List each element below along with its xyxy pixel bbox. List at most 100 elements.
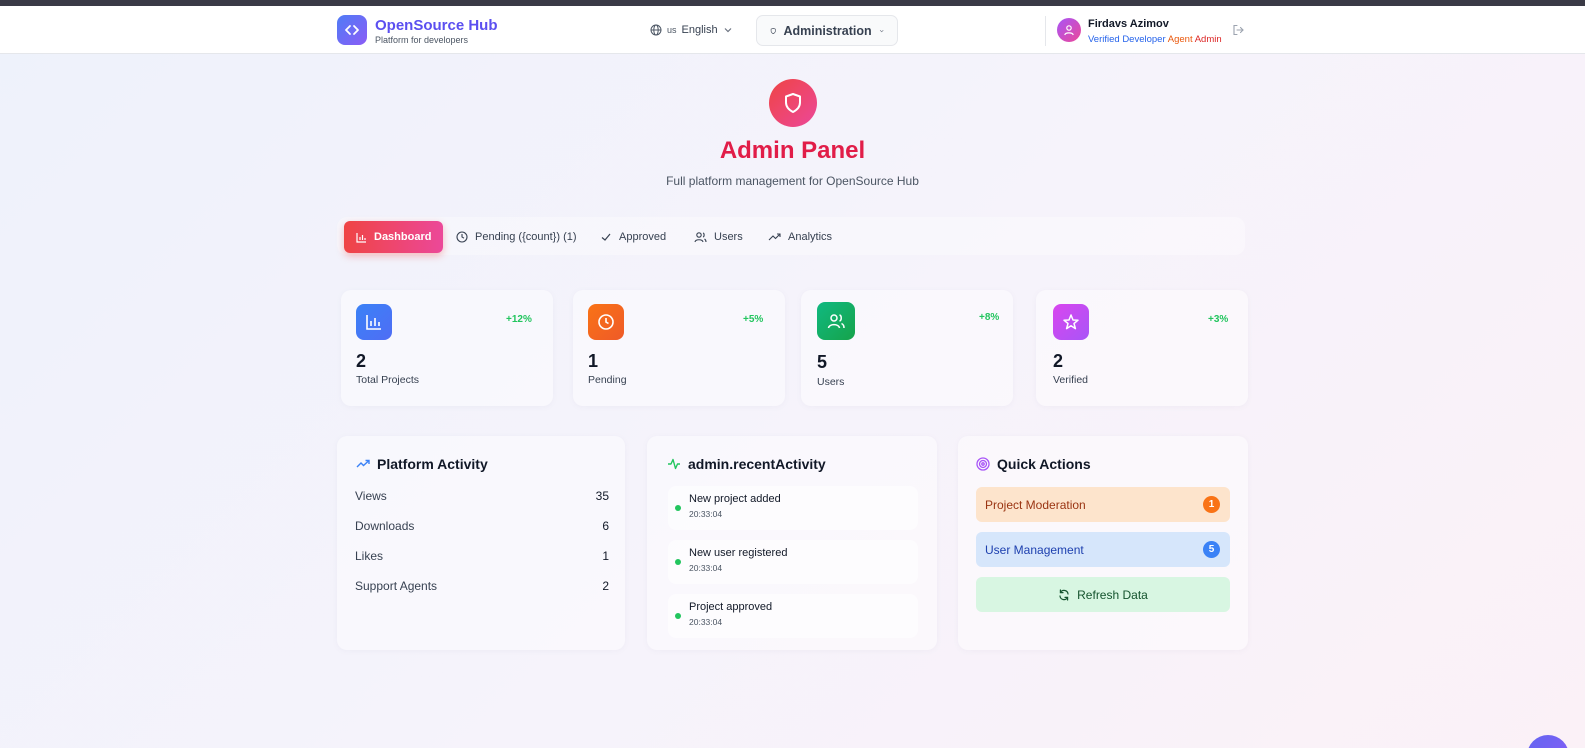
metric-value: 1 bbox=[602, 549, 609, 563]
stat-card-users: +8% 5 Users bbox=[801, 290, 1013, 406]
stat-change: +3% bbox=[1208, 314, 1229, 325]
refresh-data-button[interactable]: Refresh Data bbox=[976, 577, 1230, 612]
stat-icon-box bbox=[588, 304, 624, 340]
user-name: Firdavs Azimov bbox=[1088, 18, 1169, 30]
status-dot bbox=[675, 505, 681, 511]
stat-label: Pending bbox=[588, 374, 627, 386]
top-header: OpenSource Hub Platform for developers u… bbox=[0, 6, 1585, 54]
user-management-button[interactable]: User Management 5 bbox=[976, 532, 1230, 567]
platform-activity-title: Platform Activity bbox=[356, 456, 488, 472]
stat-label: Total Projects bbox=[356, 374, 420, 386]
language-selector[interactable]: us English bbox=[650, 21, 733, 39]
tab-approved-label: Approved bbox=[619, 231, 667, 243]
header-divider bbox=[1045, 16, 1046, 46]
user-roles: Verified Developer Agent Admin bbox=[1088, 34, 1222, 45]
metric-row-downloads: Downloads 6 bbox=[355, 519, 609, 533]
bar-chart-icon bbox=[356, 232, 366, 243]
code-brackets-icon bbox=[345, 25, 359, 35]
metric-label: Downloads bbox=[355, 519, 415, 533]
tab-users-label: Users bbox=[714, 231, 743, 243]
target-icon bbox=[976, 457, 990, 471]
platform-activity-title-text: Platform Activity bbox=[377, 456, 488, 472]
stat-card-verified: +3% 2 Verified bbox=[1036, 290, 1248, 406]
activity-time: 20:33:04 bbox=[689, 509, 723, 519]
clock-icon bbox=[598, 314, 614, 330]
metric-value: 6 bbox=[602, 519, 609, 533]
logout-button[interactable] bbox=[1232, 23, 1244, 41]
logo[interactable] bbox=[337, 15, 367, 45]
metric-label: Support Agents bbox=[355, 579, 438, 593]
stat-change: +8% bbox=[979, 312, 1000, 323]
project-moderation-label: Project Moderation bbox=[985, 497, 1086, 512]
status-dot bbox=[675, 559, 681, 565]
role-verified-developer: Verified Developer bbox=[1088, 34, 1166, 45]
user-icon bbox=[1064, 25, 1074, 36]
stat-label: Verified bbox=[1053, 374, 1089, 386]
stat-value: 2 bbox=[356, 351, 367, 371]
user-management-label: User Management bbox=[985, 542, 1084, 557]
users-icon bbox=[827, 314, 845, 329]
tab-users[interactable]: Users bbox=[694, 221, 743, 253]
activity-time: 20:33:04 bbox=[689, 563, 723, 573]
logout-icon bbox=[1233, 24, 1244, 36]
stat-label: Users bbox=[817, 376, 845, 388]
chevron-down-icon bbox=[724, 28, 732, 33]
bar-chart-icon bbox=[366, 315, 381, 330]
stat-change: +5% bbox=[743, 314, 764, 325]
activity-text: New user registered bbox=[689, 547, 788, 559]
activity-pulse-icon bbox=[668, 458, 680, 470]
stat-value: 5 bbox=[817, 352, 828, 372]
tab-pending[interactable]: Pending ({count}) (1) bbox=[456, 221, 577, 253]
tab-pending-label: Pending ({count}) (1) bbox=[475, 231, 577, 243]
tab-analytics-label: Analytics bbox=[788, 231, 833, 243]
brand-tagline: Platform for developers bbox=[375, 35, 469, 45]
page-title: Admin Panel bbox=[719, 137, 866, 164]
count-badge: 5 bbox=[1203, 541, 1220, 558]
count-badge: 1 bbox=[1203, 496, 1220, 513]
status-dot bbox=[675, 613, 681, 619]
stat-value: 1 bbox=[588, 351, 599, 371]
stat-card-pending: +5% 1 Pending bbox=[573, 290, 785, 406]
brand-name[interactable]: OpenSource Hub bbox=[375, 17, 498, 34]
recent-activity-title-text: admin.recentActivity bbox=[688, 456, 826, 472]
activity-item: New project added 20:33:04 bbox=[668, 486, 918, 530]
activity-text: New project added bbox=[689, 493, 781, 505]
language-label: English bbox=[681, 24, 718, 36]
project-moderation-button[interactable]: Project Moderation 1 bbox=[976, 487, 1230, 522]
metric-row-likes: Likes 1 bbox=[355, 549, 609, 563]
star-icon bbox=[1063, 314, 1079, 330]
tab-dashboard-label: Dashboard bbox=[374, 231, 432, 243]
tab-dashboard[interactable]: Dashboard bbox=[344, 221, 444, 253]
metric-label: Views bbox=[355, 489, 387, 503]
chevron-down-icon bbox=[879, 29, 884, 32]
metric-label: Likes bbox=[355, 549, 384, 563]
activity-text: Project approved bbox=[689, 601, 773, 613]
role-agent: Agent bbox=[1167, 34, 1193, 45]
tab-approved[interactable]: Approved bbox=[600, 221, 666, 253]
activity-item: New user registered 20:33:04 bbox=[668, 540, 918, 584]
refresh-icon bbox=[1059, 588, 1069, 601]
trending-up-icon bbox=[356, 459, 370, 468]
tab-analytics[interactable]: Analytics bbox=[768, 221, 832, 253]
check-icon bbox=[601, 233, 611, 241]
activity-item: Project approved 20:33:04 bbox=[668, 594, 918, 638]
quick-actions-title: Quick Actions bbox=[976, 456, 1091, 472]
shield-icon bbox=[785, 93, 801, 113]
trending-up-icon bbox=[768, 233, 781, 241]
role-admin: Admin bbox=[1194, 34, 1222, 45]
users-icon bbox=[694, 232, 707, 243]
shield-icon bbox=[770, 27, 776, 34]
admin-shield-badge bbox=[769, 79, 817, 127]
stat-icon-box bbox=[817, 302, 855, 340]
floating-help-button[interactable] bbox=[1527, 735, 1569, 748]
language-flag: us bbox=[667, 25, 677, 35]
metric-value: 35 bbox=[595, 489, 609, 503]
quick-actions-title-text: Quick Actions bbox=[997, 456, 1091, 472]
stat-change: +12% bbox=[506, 314, 532, 325]
mode-select[interactable]: Administration bbox=[756, 15, 898, 46]
stat-value: 2 bbox=[1053, 351, 1064, 371]
clock-icon bbox=[456, 231, 468, 243]
avatar[interactable] bbox=[1057, 18, 1081, 42]
activity-time: 20:33:04 bbox=[689, 617, 723, 627]
stat-icon-box bbox=[1053, 304, 1089, 340]
